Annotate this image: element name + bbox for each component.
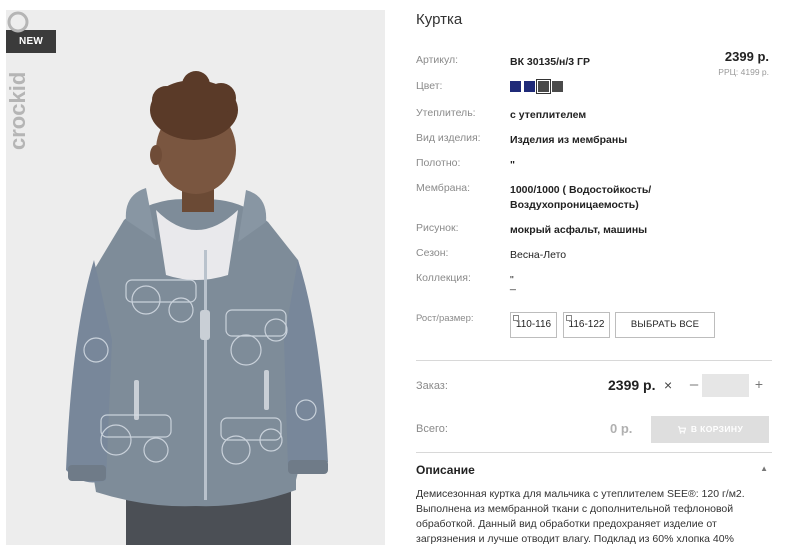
description-heading[interactable]: Описание [416, 463, 475, 477]
spec-value: " [510, 159, 515, 171]
size-option[interactable]: 116-122 [563, 312, 610, 338]
size-label: 116-122 [568, 319, 605, 330]
spec-value: с утеплителем [510, 109, 587, 121]
color-swatch[interactable] [510, 81, 521, 92]
spec-value: ВК 30135/н/3 ГР [510, 56, 590, 68]
divider [416, 452, 772, 453]
spec-value: Весна-Лето [510, 249, 567, 261]
spec-label: Коллекция: [416, 272, 471, 284]
svg-text:crockid: crockid [6, 72, 30, 150]
quantity-increment-button[interactable]: + [752, 376, 766, 392]
spec-value: мокрый асфальт, машины [510, 224, 648, 236]
times-icon: × [664, 377, 673, 393]
spec-label: Артикул: [416, 54, 459, 66]
spec-label: Цвет: [416, 80, 443, 92]
rrc-price: РРЦ: 4199 р. [718, 67, 769, 77]
divider [416, 360, 772, 361]
spec-value: Изделия из мембраны [510, 134, 628, 146]
product-photo[interactable]: NEW crockid [6, 10, 385, 545]
order-label: Заказ: [416, 380, 448, 392]
chevron-up-icon[interactable]: ▲ [760, 464, 768, 473]
size-checkbox[interactable] [513, 315, 519, 321]
spec-value-line2: Воздухопроницаемость) [510, 199, 639, 211]
description-text: Демисезонная куртка для мальчика с утепл… [416, 488, 745, 545]
size-option[interactable]: 110-116 [510, 312, 557, 338]
total-label: Всего: [416, 423, 448, 435]
size-label: 110-116 [515, 319, 552, 330]
order-price: 2399 р. [608, 377, 656, 393]
add-to-cart-button[interactable]: В КОРЗИНУ [651, 416, 769, 443]
select-all-sizes-button[interactable]: ВЫБРАТЬ ВСЕ [615, 312, 715, 338]
spec-label: Сезон: [416, 247, 449, 259]
spec-label: Вид изделия: [416, 132, 481, 144]
spec-label: Мембрана: [416, 182, 471, 194]
add-to-cart-label: В КОРЗИНУ [690, 424, 744, 434]
product-image [66, 71, 328, 545]
spec-label: Рост/размер: [416, 313, 474, 324]
color-swatch-selected[interactable] [536, 79, 551, 94]
spec-value-line2: _ [510, 279, 516, 291]
cart-icon [677, 426, 686, 434]
product-price: 2399 р. [724, 49, 769, 64]
spec-label: Рисунок: [416, 222, 459, 234]
product-title: Куртка [416, 11, 463, 28]
spec-label: Полотно: [416, 157, 461, 169]
quantity-input[interactable] [702, 374, 749, 397]
color-swatches [510, 79, 563, 94]
spec-value-line1: 1000/1000 ( Водостойкость/ [510, 184, 652, 196]
size-checkbox[interactable] [566, 315, 572, 321]
color-swatch[interactable] [552, 81, 563, 92]
quantity-decrement-button[interactable]: – [687, 376, 701, 393]
color-swatch[interactable] [524, 81, 535, 92]
brand-logo: crockid [6, 11, 30, 150]
total-value: 0 р. [610, 421, 633, 436]
spec-label: Утеплитель: [416, 107, 476, 119]
